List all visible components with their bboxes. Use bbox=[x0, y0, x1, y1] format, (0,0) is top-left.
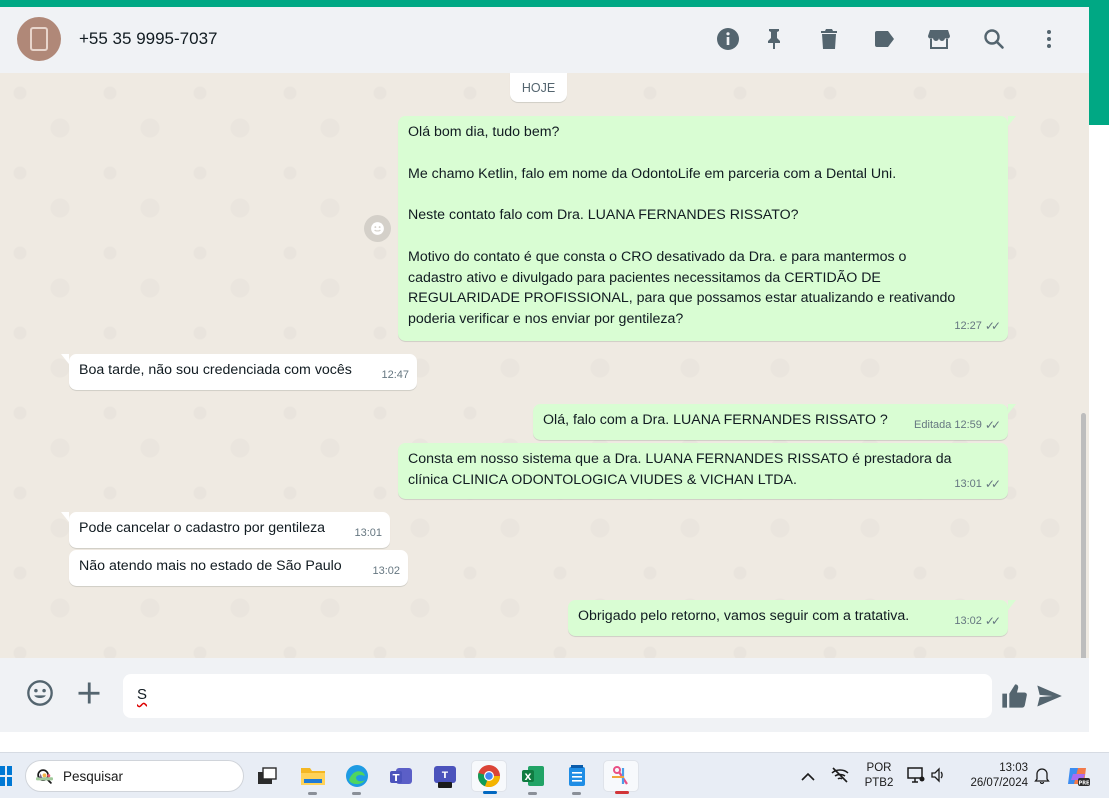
message-text: Consta em nosso sistema que a Dra. LUANA… bbox=[408, 451, 952, 467]
notification-bell-icon[interactable] bbox=[1034, 766, 1050, 785]
message-meta: 12:27 ✓✓ bbox=[954, 316, 1001, 337]
message-outgoing[interactable]: Consta em nosso sistema que a Dra. LUANA… bbox=[398, 443, 1008, 499]
clock-time: 13:03 bbox=[999, 762, 1028, 774]
message-meta: 13:02 bbox=[372, 561, 400, 582]
language-code: POR bbox=[866, 762, 892, 774]
file-explorer-icon[interactable] bbox=[295, 760, 331, 795]
search-highlight-art-icon bbox=[36, 773, 53, 781]
double-check-icon: ✓✓ bbox=[984, 418, 1001, 433]
contact-avatar[interactable] bbox=[17, 17, 61, 61]
message-text: Neste contato falo com Dra. LUANA FERNAN… bbox=[408, 207, 799, 224]
start-icon[interactable] bbox=[0, 766, 12, 786]
more-menu-icon[interactable] bbox=[1035, 25, 1063, 53]
teams-new-icon[interactable]: T bbox=[427, 760, 463, 792]
message-meta: 13:01 bbox=[354, 523, 382, 544]
message-text: Me chamo Ketlin, falo em nome da OdontoL… bbox=[408, 165, 897, 182]
message-text bbox=[408, 226, 998, 247]
message-incoming[interactable]: Pode cancelar o cadastro por gentileza 1… bbox=[61, 512, 390, 548]
chrome-icon[interactable] bbox=[471, 760, 507, 794]
window-top-accent bbox=[0, 0, 1109, 7]
message-text: Olá bom dia, tudo bem? bbox=[408, 124, 560, 140]
message-time: 13:01 bbox=[354, 527, 382, 540]
message-outgoing[interactable]: Obrigado pelo retorno, vamos seguir com … bbox=[568, 600, 1016, 636]
edge-browser-icon[interactable] bbox=[339, 760, 375, 795]
excel-icon[interactable]: X bbox=[515, 760, 551, 795]
message-text bbox=[408, 184, 998, 205]
svg-text:PRE: PRE bbox=[1079, 781, 1091, 787]
double-check-icon: ✓✓ bbox=[984, 319, 1001, 334]
message-text: Pode cancelar o cadastro por gentileza bbox=[79, 520, 326, 536]
svg-text:X: X bbox=[525, 773, 532, 783]
search-label: Pesquisar bbox=[63, 769, 124, 784]
keyboard-layout: PTB2 bbox=[864, 777, 894, 789]
teams-icon[interactable]: T bbox=[383, 760, 419, 792]
notepad-icon[interactable] bbox=[559, 760, 595, 795]
day-separator: HOJE bbox=[510, 73, 567, 102]
clock-date: 26/07/2024 bbox=[970, 777, 1028, 789]
composer-bar: S bbox=[0, 658, 1089, 732]
message-time: 13:02 bbox=[372, 565, 400, 578]
thumbs-up-icon[interactable] bbox=[998, 680, 1030, 712]
message-text: Motivo do contato é que consta o CRO des… bbox=[408, 248, 907, 265]
message-meta: 13:02 ✓✓ bbox=[954, 611, 1001, 632]
network-offline-icon[interactable] bbox=[830, 766, 850, 784]
message-input-value: S bbox=[137, 686, 148, 703]
emoji-icon[interactable] bbox=[24, 677, 56, 709]
message-text: clínica CLINICA ODONTOLOGICA VIUDES & VI… bbox=[408, 471, 797, 488]
message-meta: Editada 12:59 ✓✓ bbox=[914, 415, 1001, 436]
attach-plus-icon[interactable] bbox=[73, 677, 105, 709]
message-time: 13:01 bbox=[954, 478, 982, 491]
message-time: 12:59 bbox=[954, 419, 982, 432]
input-language-indicator[interactable]: POR PTB2 bbox=[864, 761, 894, 791]
window-right-edge bbox=[1089, 125, 1109, 650]
taskbar-search[interactable]: Pesquisar bbox=[25, 760, 244, 792]
message-time: 12:47 bbox=[381, 369, 409, 382]
send-icon[interactable] bbox=[1033, 680, 1065, 712]
volume-icon[interactable] bbox=[930, 766, 946, 784]
info-icon[interactable] bbox=[714, 25, 742, 53]
emoji-reaction-icon[interactable] bbox=[364, 215, 391, 242]
message-text: Não atendo mais no estado de São Paulo bbox=[79, 558, 342, 574]
chat-header: +55 35 9995-7037 bbox=[0, 7, 1089, 73]
contact-name[interactable]: +55 35 9995-7037 bbox=[79, 29, 218, 49]
svg-text:T: T bbox=[393, 773, 400, 784]
window-right-accent bbox=[1089, 7, 1109, 125]
display-monitor-icon[interactable] bbox=[906, 766, 926, 784]
windows-taskbar: Pesquisar T T X POR PTB2 13:03 26/07/202… bbox=[0, 752, 1109, 798]
message-meta: 13:01 ✓✓ bbox=[954, 474, 1001, 495]
edited-label: Editada bbox=[914, 419, 952, 432]
message-input[interactable] bbox=[123, 674, 992, 718]
double-check-icon: ✓✓ bbox=[984, 477, 1001, 492]
label-icon[interactable] bbox=[870, 25, 898, 53]
snipping-tool-icon[interactable] bbox=[603, 760, 639, 794]
message-text: REGULARIDADE PROFISSIONAL, para que poss… bbox=[408, 290, 956, 307]
svg-text:T: T bbox=[442, 771, 449, 781]
message-meta: 12:47 bbox=[381, 365, 409, 386]
message-time: 12:27 bbox=[954, 320, 982, 333]
message-list[interactable]: HOJE Olá bom dia, tudo bem? Me chamo Ket… bbox=[0, 73, 1089, 658]
message-incoming[interactable]: Boa tarde, não sou credenciada com vocês… bbox=[61, 354, 417, 390]
message-time: 13:02 bbox=[954, 615, 982, 628]
message-text: Obrigado pelo retorno, vamos seguir com … bbox=[578, 608, 910, 624]
message-outgoing[interactable]: Olá bom dia, tudo bem? Me chamo Ketlin, … bbox=[398, 116, 1016, 341]
message-text: Boa tarde, não sou credenciada com vocês bbox=[79, 362, 352, 378]
message-text: cadastro ativo e divulgado para paciente… bbox=[408, 269, 881, 286]
system-clock[interactable]: 13:03 26/07/2024 bbox=[958, 761, 1028, 791]
chevron-up-icon[interactable] bbox=[800, 769, 816, 781]
message-outgoing[interactable]: Olá, falo com a Dra. LUANA FERNANDES RIS… bbox=[533, 404, 1016, 440]
task-view-icon[interactable] bbox=[249, 760, 285, 792]
pin-icon[interactable] bbox=[760, 25, 788, 53]
chat-scrollbar[interactable] bbox=[1081, 413, 1086, 658]
message-incoming[interactable]: Não atendo mais no estado de São Paulo 1… bbox=[69, 550, 408, 586]
trash-icon[interactable] bbox=[815, 25, 843, 53]
message-text: poderia verificar e nos enviar por genti… bbox=[408, 311, 684, 328]
store-icon[interactable] bbox=[925, 25, 953, 53]
message-text bbox=[408, 143, 998, 164]
window-bottom-edge bbox=[0, 732, 1109, 752]
double-check-icon: ✓✓ bbox=[984, 614, 1001, 629]
copilot-icon[interactable]: PRE bbox=[1064, 762, 1092, 790]
search-icon[interactable] bbox=[980, 25, 1008, 53]
